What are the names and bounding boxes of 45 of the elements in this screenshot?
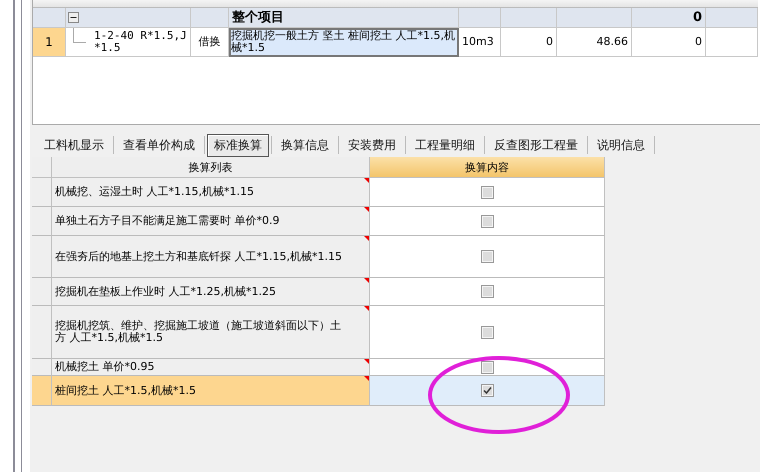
tab[interactable]: 工程量明细 [408,134,482,156]
checkbox[interactable] [480,214,494,228]
row-header[interactable] [32,178,52,207]
column-header: 换算列表 [52,157,370,178]
row-header[interactable] [32,278,52,306]
column-header: 换算内容 [370,157,605,178]
tab[interactable]: 说明信息 [590,134,652,156]
tab[interactable]: 工料机显示 [37,134,111,156]
checkbox[interactable] [480,285,494,298]
group-name-cell: 整个项目 [229,8,459,28]
row-header[interactable] [32,207,52,236]
unit-price-cell: 48.66 [557,28,632,57]
row-number: 1 [33,28,66,57]
collapse-icon[interactable] [68,12,79,23]
conversion-item[interactable]: 挖掘机在垫板上作业时 人工*1.25,机械*1.25 [52,278,370,306]
checkbox[interactable] [480,186,494,198]
conversion-item[interactable]: 在强夯后的地基上挖土方和基底钎探 人工*1.15,机械*1.15 [52,236,370,278]
name-cell[interactable]: 挖掘机挖一般土方 坚土 桩间挖土 人工*1.5,机械*1.5 [229,28,459,57]
tab[interactable]: 反查图形工程量 [487,134,585,156]
code-cell: 1-2-40 R*1.5,J*1.5 [94,30,187,54]
group-total-cell: 0 [632,8,706,28]
conversion-item[interactable]: 单独土石方子目不能满足施工需要时 单价*0.9 [52,207,370,236]
table-cell [706,8,758,28]
total-cell: 0 [632,28,706,57]
row-header[interactable] [32,236,52,278]
splitter-bar[interactable] [13,0,22,472]
conversion-item[interactable]: 桩间挖土 人工*1.5,机械*1.5 [52,376,370,406]
checkbox[interactable] [480,360,494,374]
row-header[interactable] [32,359,52,376]
tab[interactable]: 换算信息 [274,134,336,156]
tab[interactable]: 安装费用 [341,134,403,156]
checkbox[interactable] [480,384,494,397]
conversion-item[interactable]: 机械挖、运湿土时 人工*1.15,机械*1.15 [52,178,370,207]
table-cell [706,28,758,57]
tab[interactable]: 标准换算 [207,134,269,156]
checkbox[interactable] [480,250,494,263]
conversion-item[interactable]: 机械挖土 单价*0.95 [52,359,370,376]
row-header[interactable] [32,306,52,359]
conversion-item[interactable]: 挖掘机挖筑、维护、挖掘施工坡道（施工坡道斜面以下）土方 人工*1.5,机械*1.5 [52,306,370,359]
table-cell [501,8,557,28]
unit-cell: 10m3 [459,28,501,57]
table-cell [459,8,501,28]
checkbox[interactable] [480,326,494,338]
tab[interactable]: 查看单价构成 [116,134,202,156]
quantity-cell: 0 [501,28,557,57]
